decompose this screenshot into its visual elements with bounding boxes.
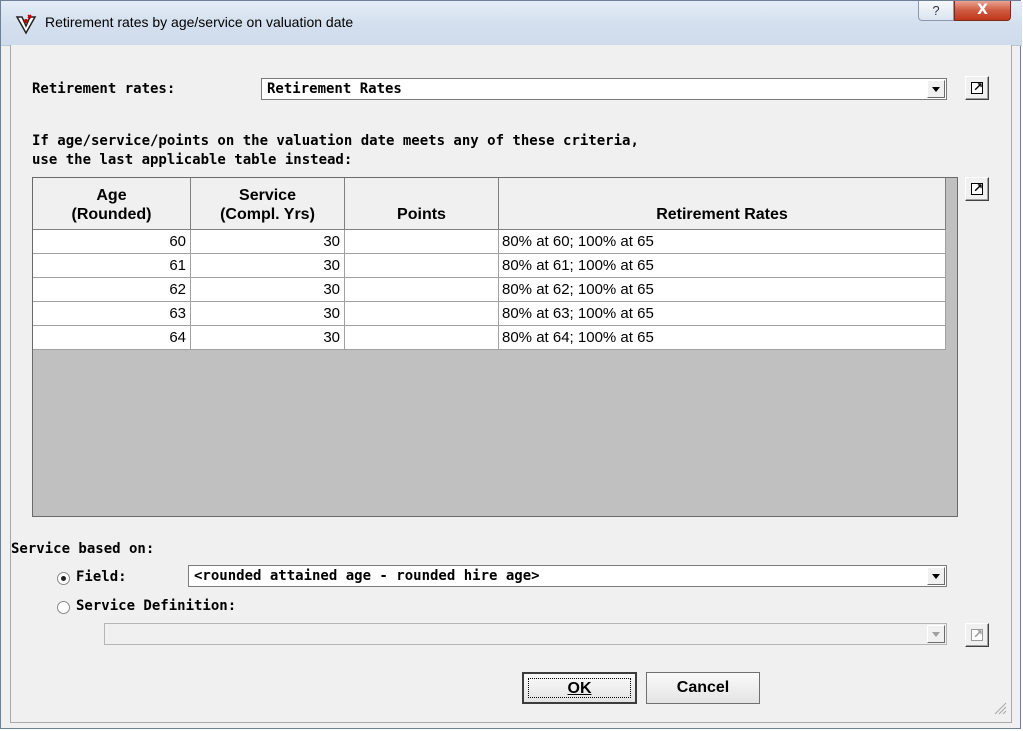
cell-service[interactable]: 30 <box>191 326 345 350</box>
table-row[interactable]: 61 30 80% at 61; 100% at 65 <box>33 254 946 278</box>
window-title: Retirement rates by age/service on valua… <box>45 14 354 30</box>
cell-points[interactable] <box>345 230 499 254</box>
retirement-rates-label: Retirement rates: <box>32 81 176 97</box>
cell-retirement-rates[interactable]: 80% at 64; 100% at 65 <box>499 326 946 350</box>
jump-arrow-icon: ↗ <box>971 181 984 195</box>
cell-points[interactable] <box>345 302 499 326</box>
column-header-retirement-rates[interactable]: Retirement Rates <box>499 178 946 230</box>
table-row[interactable]: 62 30 80% at 62; 100% at 65 <box>33 278 946 302</box>
column-header-age[interactable]: Age (Rounded) <box>33 178 191 230</box>
jump-arrow-icon: ↗ <box>971 627 984 641</box>
field-radio-label[interactable]: Field: <box>76 569 127 585</box>
jump-arrow-icon: ↗ <box>971 80 984 94</box>
retirement-rates-value: Retirement Rates <box>267 81 402 97</box>
ok-button[interactable]: OK <box>522 672 637 704</box>
cell-retirement-rates[interactable]: 80% at 63; 100% at 65 <box>499 302 946 326</box>
cell-age[interactable]: 61 <box>33 254 191 278</box>
criteria-text-line2: use the last applicable table instead: <box>32 152 353 168</box>
focus-rectangle <box>528 678 631 698</box>
column-header-service[interactable]: Service (Compl. Yrs) <box>191 178 345 230</box>
cell-service[interactable]: 30 <box>191 278 345 302</box>
cell-retirement-rates[interactable]: 80% at 62; 100% at 65 <box>499 278 946 302</box>
title-bar[interactable]: Retirement rates by age/service on valua… <box>1 1 1022 46</box>
chevron-down-icon[interactable] <box>927 625 945 643</box>
app-logo-icon <box>15 14 37 35</box>
close-button[interactable]: X <box>954 1 1011 21</box>
column-header-points[interactable]: Points <box>345 178 499 230</box>
service-definition-radio[interactable] <box>57 601 70 614</box>
dialog-body: Retirement rates: Retirement Rates ↗ If … <box>10 45 1012 723</box>
criteria-table[interactable]: Age (Rounded) Service (Compl. Yrs) Point… <box>32 177 958 517</box>
service-based-on-label: Service based on: <box>11 541 155 557</box>
cell-points[interactable] <box>345 254 499 278</box>
field-radio[interactable] <box>57 572 70 585</box>
cell-retirement-rates[interactable]: 80% at 61; 100% at 65 <box>499 254 946 278</box>
table-row[interactable]: 63 30 80% at 63; 100% at 65 <box>33 302 946 326</box>
cell-age[interactable]: 62 <box>33 278 191 302</box>
cell-age[interactable]: 60 <box>33 230 191 254</box>
service-definition-jump-button[interactable]: ↗ <box>965 623 989 647</box>
cancel-button[interactable]: Cancel <box>646 672 760 704</box>
retirement-rates-jump-button[interactable]: ↗ <box>965 76 989 100</box>
cell-service[interactable]: 30 <box>191 254 345 278</box>
service-definition-radio-label[interactable]: Service Definition: <box>76 598 236 614</box>
service-field-combo[interactable]: <rounded attained age - rounded hire age… <box>188 565 947 587</box>
cell-service[interactable]: 30 <box>191 302 345 326</box>
service-definition-combo[interactable] <box>104 623 947 645</box>
cell-age[interactable]: 63 <box>33 302 191 326</box>
table-row[interactable]: 64 30 80% at 64; 100% at 65 <box>33 326 946 350</box>
chevron-down-icon[interactable] <box>927 567 945 585</box>
chevron-down-icon[interactable] <box>927 80 945 98</box>
cell-points[interactable] <box>345 278 499 302</box>
retirement-rates-combo[interactable]: Retirement Rates <box>261 78 947 100</box>
help-button[interactable]: ? <box>918 1 954 21</box>
cell-points[interactable] <box>345 326 499 350</box>
dialog-window: Retirement rates by age/service on valua… <box>0 0 1022 729</box>
table-row[interactable]: 60 30 80% at 60; 100% at 65 <box>33 230 946 254</box>
cell-age[interactable]: 64 <box>33 326 191 350</box>
resize-grip-icon[interactable] <box>991 699 1007 715</box>
service-field-value: <rounded attained age - rounded hire age… <box>194 568 540 584</box>
table-jump-button[interactable]: ↗ <box>965 177 989 201</box>
criteria-text-line1: If age/service/points on the valuation d… <box>32 133 639 149</box>
cell-service[interactable]: 30 <box>191 230 345 254</box>
cell-retirement-rates[interactable]: 80% at 60; 100% at 65 <box>499 230 946 254</box>
